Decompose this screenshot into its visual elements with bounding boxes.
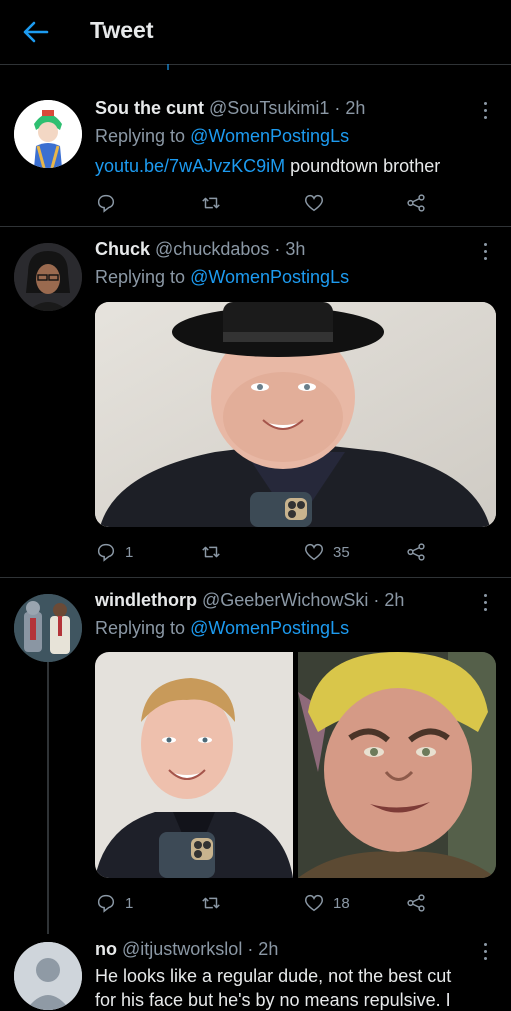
share-button[interactable] (405, 891, 427, 915)
replying-to-link[interactable]: @WomenPostingLs (190, 267, 349, 287)
display-name[interactable]: no (95, 939, 117, 959)
tweet[interactable]: Sou the cunt @SouTsukimi1 · 2h Replying … (0, 86, 511, 227)
retweet-icon (202, 546, 220, 558)
like-count: 18 (333, 894, 350, 912)
display-name[interactable]: Sou the cunt (95, 98, 204, 118)
reply-button[interactable]: 1 (95, 540, 133, 564)
like-button[interactable]: 18 (303, 891, 350, 915)
action-bar: 1 18 (95, 891, 495, 915)
reply-icon (97, 543, 115, 562)
tweet-text: He looks like a regular dude, not the be… (95, 966, 452, 986)
more-options-icon[interactable] (480, 594, 490, 612)
handle-time: @SouTsukimi1 · 2h (209, 98, 366, 118)
like-button[interactable] (303, 191, 325, 215)
tweet-header: no @itjustworkslol · 2h (95, 939, 278, 960)
tweet-header: windlethorp @GeeberWichowSki · 2h (95, 590, 404, 611)
action-bar (95, 191, 495, 215)
more-options-icon[interactable] (480, 943, 490, 961)
share-button[interactable] (405, 191, 427, 215)
tweet-text-line2: for his face but he's by no means repuls… (95, 990, 451, 1010)
more-options-icon[interactable] (480, 243, 490, 261)
tweet-text: youtu.be/7wAJvzKC9iM poundtown brother (95, 156, 440, 177)
page-title: Tweet (90, 17, 154, 43)
action-bar: 1 35 (95, 540, 495, 564)
top-bar: Tweet (0, 0, 511, 65)
heart-icon (305, 894, 323, 912)
handle-time: @chuckdabos · 3h (155, 239, 306, 259)
tweet[interactable]: no @itjustworkslol · 2h He looks like a … (0, 928, 511, 1010)
replying-to: Replying to @WomenPostingLs (95, 267, 349, 288)
retweet-button[interactable] (200, 540, 222, 564)
reply-count: 1 (125, 543, 134, 561)
heart-icon (305, 543, 323, 561)
back-arrow-icon[interactable] (20, 18, 50, 46)
avatar[interactable] (14, 594, 82, 662)
more-options-icon[interactable] (480, 102, 490, 120)
replying-to: Replying to @WomenPostingLs (95, 126, 349, 147)
avatar[interactable] (14, 100, 82, 168)
thread-connector (167, 64, 169, 70)
handle-time: @itjustworkslol · 2h (122, 939, 279, 959)
handle-time: @GeeberWichowSki · 2h (202, 590, 405, 610)
tweet-image[interactable] (95, 302, 496, 527)
share-icon (407, 543, 425, 561)
replying-to-link[interactable]: @WomenPostingLs (190, 618, 349, 638)
like-count: 35 (333, 543, 350, 561)
display-name[interactable]: windlethorp (95, 590, 197, 610)
tweet-image-left[interactable] (95, 652, 293, 878)
tweet-body: poundtown brother (285, 156, 441, 176)
share-icon (407, 894, 425, 912)
tweet[interactable]: Chuck @chuckdabos · 3h Replying to @Wome… (0, 227, 511, 578)
like-button[interactable]: 35 (303, 540, 350, 564)
retweet-icon (202, 197, 220, 209)
tweet-link[interactable]: youtu.be/7wAJvzKC9iM (95, 156, 285, 176)
tweet[interactable]: windlethorp @GeeberWichowSki · 2h Replyi… (0, 578, 511, 934)
avatar[interactable] (14, 243, 82, 311)
reply-count: 1 (125, 894, 134, 912)
retweet-icon (202, 897, 220, 909)
reply-button[interactable]: 1 (95, 891, 133, 915)
tweet-header: Chuck @chuckdabos · 3h (95, 239, 305, 260)
replying-prefix: Replying to (95, 618, 191, 638)
display-name[interactable]: Chuck (95, 239, 150, 259)
reply-button[interactable] (95, 191, 117, 215)
thread-line (47, 662, 49, 934)
replying-to-link[interactable]: @WomenPostingLs (190, 126, 349, 146)
replying-to: Replying to @WomenPostingLs (95, 618, 349, 639)
tweet-image-right[interactable] (298, 652, 496, 878)
retweet-button[interactable] (200, 891, 222, 915)
share-button[interactable] (405, 540, 427, 564)
replying-prefix: Replying to (95, 126, 191, 146)
replying-prefix: Replying to (95, 267, 191, 287)
share-icon (407, 194, 425, 212)
reply-icon (97, 894, 115, 913)
retweet-button[interactable] (200, 191, 222, 215)
heart-icon (305, 194, 323, 212)
reply-icon (97, 194, 115, 213)
tweet-header: Sou the cunt @SouTsukimi1 · 2h (95, 98, 365, 119)
